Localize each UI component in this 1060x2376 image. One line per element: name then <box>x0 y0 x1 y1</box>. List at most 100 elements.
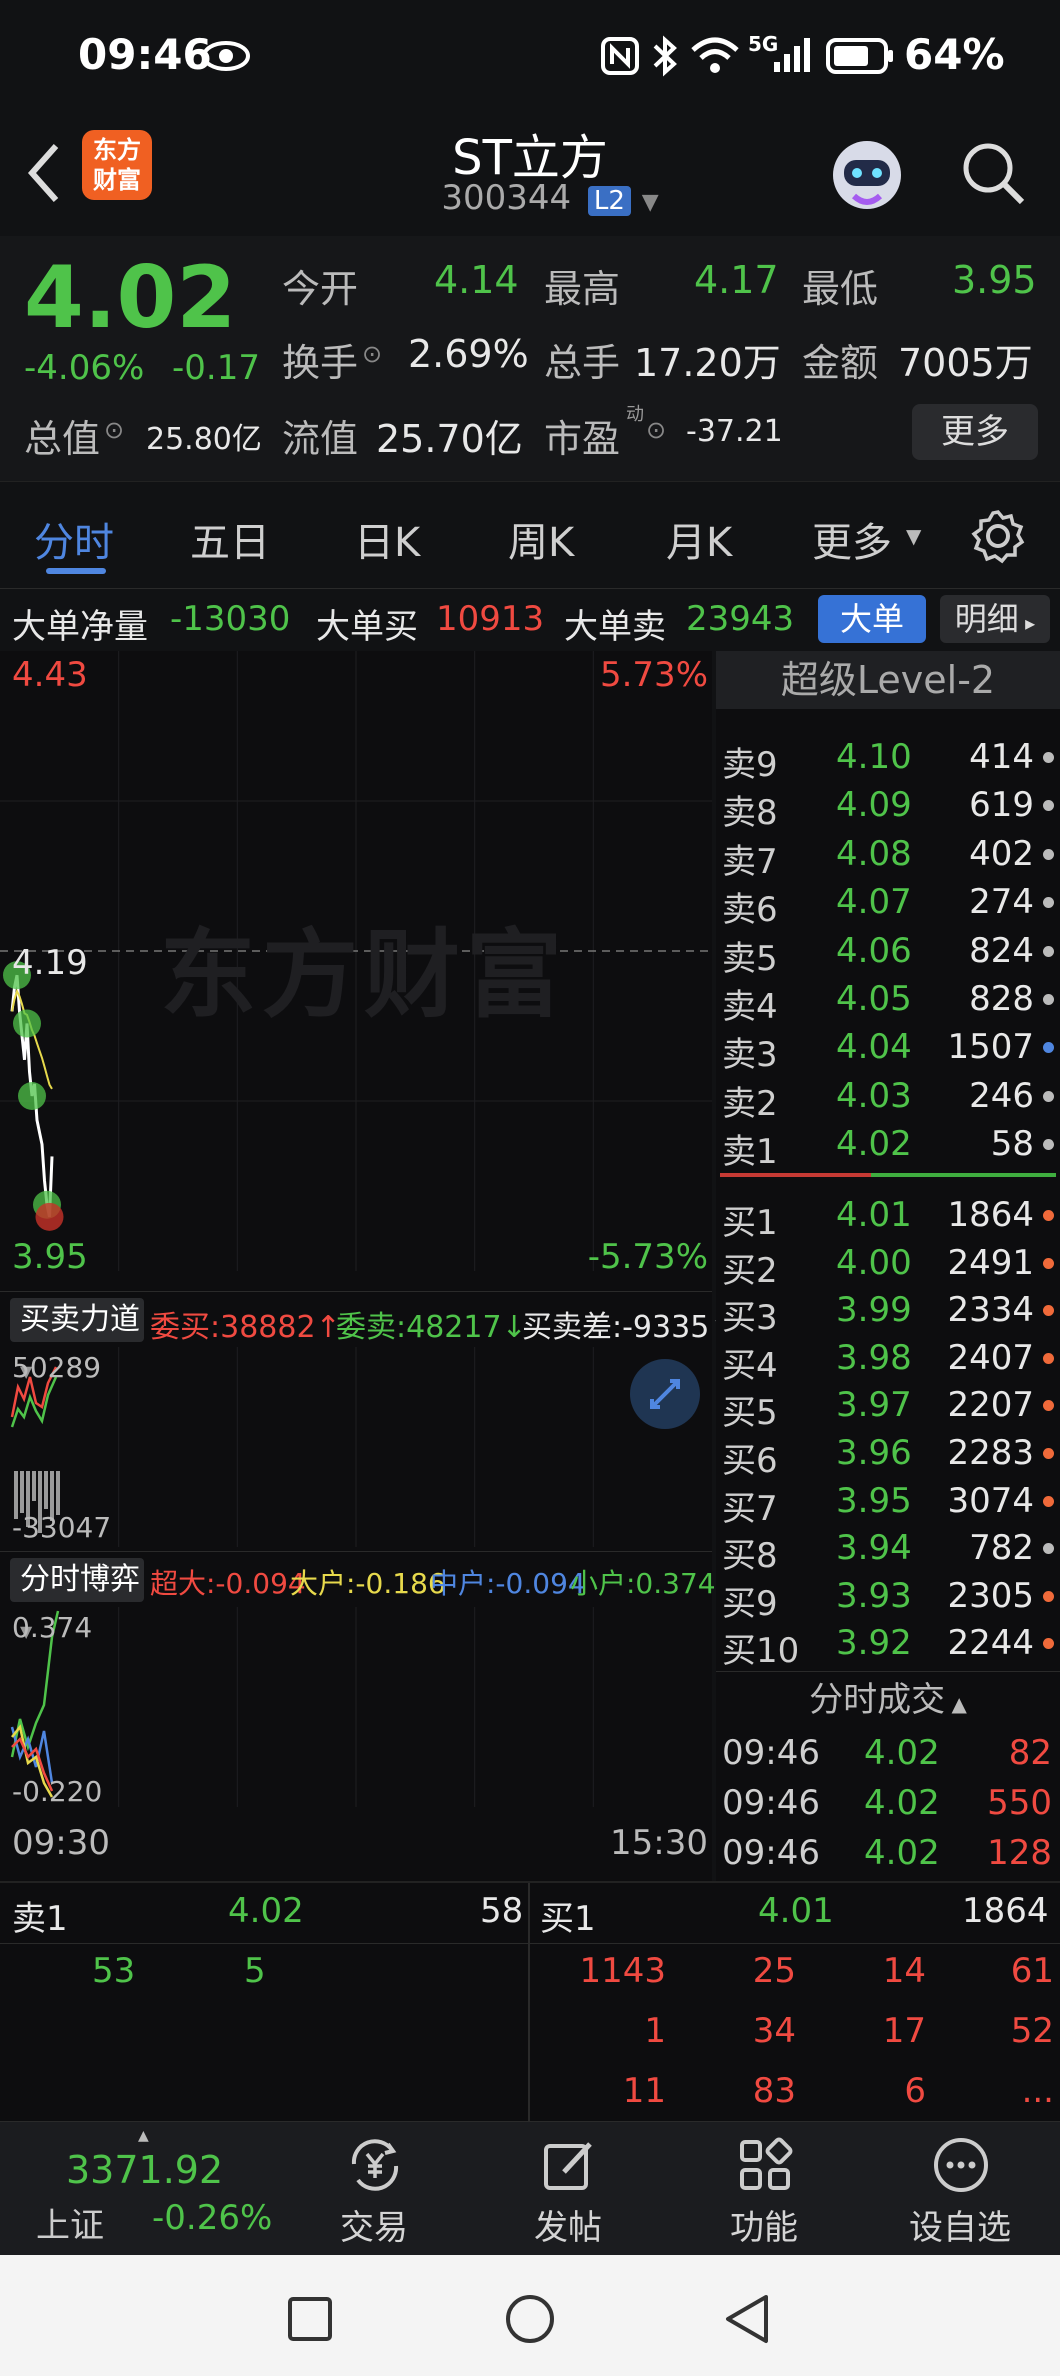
queue-buy-order: 14 <box>882 1951 926 1991</box>
detail-button[interactable]: 明细 ▸ <box>940 595 1050 643</box>
tab-five-day[interactable]: 五日 <box>190 510 270 568</box>
book-volume: 402 <box>969 833 1034 874</box>
book-row[interactable]: 买9 3.93 2305 <box>716 1572 1060 1624</box>
post-button[interactable]: 发帖 <box>478 2122 658 2256</box>
game-menu[interactable]: 分时博弈 ▼ <box>10 1558 144 1641</box>
book-volume: 2407 <box>947 1337 1034 1378</box>
book-level-label: 买8 <box>722 1536 778 1577</box>
trade-button[interactable]: 交易 <box>284 2122 464 2256</box>
buy-value: 10913 <box>436 599 545 639</box>
book-price: 4.07 <box>836 882 912 923</box>
mktcap-value: 25.80亿 <box>146 422 262 457</box>
tick-row: 09:46 4.02 128 <box>716 1833 1060 1883</box>
book-row[interactable]: 买5 3.97 2207 <box>716 1381 1060 1433</box>
book-row[interactable]: 卖9 4.10 414 <box>716 733 1060 785</box>
gear-icon[interactable] <box>970 508 1026 568</box>
queue-header-line <box>0 1943 1060 1944</box>
book-dot <box>1043 800 1054 812</box>
level2-title[interactable]: 超级Level-2 <box>716 651 1060 709</box>
index-widget[interactable]: ▲ 3371.92 上证 -0.26% <box>20 2122 290 2256</box>
stock-header: 东方财富 ST立方 300344 L2 ▼ <box>0 118 1060 236</box>
ticks-header[interactable]: 分时成交 ▲ <box>716 1671 1060 1731</box>
book-level-label: 卖6 <box>722 890 778 931</box>
book-row[interactable]: 卖8 4.09 619 <box>716 781 1060 833</box>
change-pct: -4.06% <box>24 348 145 388</box>
book-volume: 2491 <box>947 1242 1034 1283</box>
book-price: 4.10 <box>836 737 912 777</box>
book-level-label: 买7 <box>722 1488 778 1529</box>
recents-icon[interactable] <box>286 2295 334 2347</box>
queue-sell-order: 5 <box>244 1951 266 1991</box>
low-label: 最低 <box>802 267 879 311</box>
search-icon[interactable] <box>958 138 1030 214</box>
book-row[interactable]: 买10 3.92 2244 <box>716 1619 1060 1671</box>
tab-weekly-k[interactable]: 周K <box>508 510 574 568</box>
wifi-icon <box>690 36 740 80</box>
big-order-marker <box>35 1202 64 1231</box>
book-row[interactable]: 买1 4.01 1864 <box>716 1191 1060 1243</box>
level2-badge: L2 <box>587 186 631 216</box>
function-button[interactable]: 功能 <box>674 2122 854 2256</box>
book-price: 4.04 <box>836 1027 912 1068</box>
diff-value: -9335 <box>622 1310 710 1345</box>
book-row[interactable]: 卖6 4.07 274 <box>716 878 1060 930</box>
float-label: 流值 <box>282 417 359 461</box>
book-row[interactable]: 卖7 4.08 402 <box>716 830 1060 882</box>
book-level-label: 买4 <box>722 1345 778 1386</box>
book-price: 3.99 <box>836 1290 912 1331</box>
book-dot <box>1043 1257 1054 1269</box>
tab-monthly-k[interactable]: 月K <box>666 510 732 568</box>
expand-button[interactable] <box>630 1359 700 1429</box>
book-row[interactable]: 买3 3.99 2334 <box>716 1286 1060 1338</box>
book-level-label: 卖8 <box>722 793 778 834</box>
book-level-label: 卖5 <box>722 938 778 979</box>
tab-daily-k[interactable]: 日K <box>354 510 420 568</box>
force-bar <box>56 1471 60 1515</box>
book-price: 3.93 <box>836 1575 912 1616</box>
book-price: 3.96 <box>836 1433 912 1473</box>
force-bar <box>32 1471 36 1501</box>
change-value: -0.17 <box>172 348 260 388</box>
book-price: 3.97 <box>836 1385 912 1426</box>
turnover-label: 换手 <box>282 341 359 385</box>
back-nav-icon[interactable] <box>722 2293 774 2349</box>
book-price: 4.08 <box>836 833 912 874</box>
large-holder: 大户:-0.186 <box>290 1567 446 1600</box>
book-row[interactable]: 卖3 4.04 1507 <box>716 1023 1060 1075</box>
force-menu[interactable]: 买卖力道 ▼ <box>10 1298 144 1381</box>
book-level-label: 买9 <box>722 1583 778 1624</box>
book-row[interactable]: 买4 3.98 2407 <box>716 1334 1060 1386</box>
system-nav-bar <box>0 2255 1060 2376</box>
book-row[interactable]: 买2 4.00 2491 <box>716 1239 1060 1291</box>
sell-value: 23943 <box>686 599 795 639</box>
y-prev-close-label: 4.19 <box>12 943 88 983</box>
time-start-label: 09:30 <box>12 1823 110 1863</box>
big-order-button[interactable]: 大单 <box>818 595 926 643</box>
tab-intraday[interactable]: 分时 <box>34 510 114 568</box>
more-button[interactable]: 更多 <box>912 404 1038 460</box>
level2-panel: 超级Level-2 卖9 4.10 414 卖8 4.09 619 卖7 4.08 402 卖6 4… <box>716 651 1060 1881</box>
book-row[interactable]: 卖4 4.05 828 <box>716 975 1060 1027</box>
chart-area[interactable]: 4.43 5.73% 东方财富 4.19 3.95 -5.73% 买卖力道 ▼ … <box>0 651 734 1881</box>
book-row[interactable]: 买8 3.94 782 <box>716 1524 1060 1576</box>
book-row[interactable]: 买7 3.95 3074 <box>716 1477 1060 1529</box>
book-divider <box>720 1173 1056 1177</box>
robot-avatar-icon[interactable] <box>824 132 910 222</box>
info-icon[interactable]: ⊙ <box>362 340 382 368</box>
game-chart[interactable] <box>0 1607 712 1807</box>
wei-sell-label: 委卖: <box>336 1310 407 1345</box>
book-level-label: 买6 <box>722 1441 778 1481</box>
info-icon[interactable]: ⊙ <box>104 416 124 444</box>
book-row[interactable]: 卖2 4.03 246 <box>716 1072 1060 1124</box>
y-max-pct-label: 5.73% <box>599 655 708 695</box>
add-watchlist-button[interactable]: 设自选 <box>870 2122 1050 2256</box>
book-volume: 1507 <box>947 1027 1034 1068</box>
book-level-label: 卖9 <box>722 745 778 785</box>
book-row[interactable]: 买6 3.96 2283 <box>716 1429 1060 1481</box>
home-icon[interactable] <box>504 2293 556 2349</box>
info-icon[interactable]: ⊙ <box>646 416 666 444</box>
book-row[interactable]: 卖1 4.02 58 <box>716 1120 1060 1172</box>
book-row[interactable]: 卖5 4.06 824 <box>716 927 1060 979</box>
book-dot <box>1043 897 1054 909</box>
tab-more[interactable]: 更多 <box>812 510 892 568</box>
